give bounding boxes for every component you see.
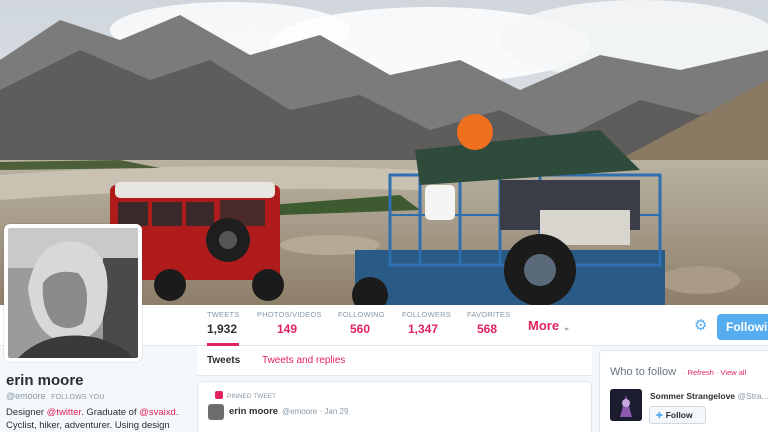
suggestion-follow-button[interactable]: ✚ Follow [649, 406, 706, 424]
suggestion-avatar[interactable] [610, 389, 642, 421]
bio-text-line2: Cyclist, hiker, adventurer. Using design [6, 420, 170, 431]
chevron-down-icon: ⌄ [562, 322, 571, 332]
tweet-author-handle[interactable]: @emoore [282, 407, 317, 416]
profile-handle-row: @emoore FOLLOWS YOU [6, 391, 105, 401]
who-to-follow-panel: Who to follow · Refresh · View all Somme… [599, 350, 768, 432]
tweet-meta: @emoore · Jan 29 [282, 407, 348, 416]
stat-value: 560 [350, 322, 371, 336]
stat-value: 568 [477, 322, 498, 336]
profile-name[interactable]: erin moore [6, 372, 84, 389]
stat-photos-videos[interactable]: PHOTOS/VIDEOS 149 [257, 310, 322, 336]
suggestion-name-row: Sommer Strangelove @Stra... [650, 391, 768, 401]
stat-value: 1,347 [408, 322, 439, 336]
pinned-text: PINNED TWEET [227, 393, 276, 400]
more-menu-button[interactable]: More ⌄ [528, 318, 570, 333]
bio-link-twitter[interactable]: @twitter [47, 407, 81, 418]
stat-followers[interactable]: FOLLOWERS 1,347 [402, 310, 451, 336]
bio-text: Designer [6, 407, 47, 418]
follow-label: Follow [665, 410, 693, 420]
tab-tweets[interactable]: Tweets [207, 355, 240, 366]
suggestion-name[interactable]: Sommer Strangelove [650, 391, 735, 401]
tweet-meta-separator: · [319, 407, 323, 416]
stat-label: FOLLOWING [338, 310, 385, 319]
tweet-avatar[interactable] [208, 404, 224, 420]
stat-value: 1,932 [207, 322, 238, 336]
gear-icon[interactable]: ⚙ [694, 318, 710, 334]
suggestion-handle[interactable]: @Stra... [737, 391, 768, 401]
pin-icon [215, 391, 223, 399]
profile-avatar[interactable] [4, 224, 142, 362]
who-to-follow-title: Who to follow [610, 366, 677, 378]
pinned-tweet[interactable]: PINNED TWEET erin moore @emoore · Jan 29 [197, 381, 592, 432]
who-to-follow-links: · Refresh · View all [683, 368, 746, 377]
stat-value: 149 [277, 322, 298, 336]
following-button[interactable]: Following [717, 314, 768, 340]
bio-text: . Graduate of [81, 407, 140, 418]
stat-tweets[interactable]: TWEETS 1,932 [207, 310, 240, 346]
stat-following[interactable]: FOLLOWING 560 [338, 310, 385, 336]
stat-favorites[interactable]: FAVORITES 568 [467, 310, 510, 336]
view-all-link[interactable]: View all [721, 368, 747, 377]
links-separator: · [713, 368, 721, 377]
tweet-date[interactable]: Jan 29 [324, 407, 348, 416]
follows-you-badge: FOLLOWS YOU [51, 394, 105, 401]
stat-label: PHOTOS/VIDEOS [257, 310, 322, 319]
refresh-link[interactable]: Refresh [688, 368, 714, 377]
tab-tweets-and-replies[interactable]: Tweets and replies [262, 355, 345, 366]
tweet-author-name[interactable]: erin moore [229, 406, 278, 417]
stat-label: FOLLOWERS [402, 310, 451, 319]
stat-label: TWEETS [207, 310, 240, 319]
stat-label: FAVORITES [467, 310, 511, 319]
bio-text: . [175, 407, 179, 418]
profile-handle[interactable]: @emoore [6, 391, 46, 401]
bio-link-svaixd[interactable]: @svaixd [139, 407, 176, 418]
profile-bio: Designer @twitter. Graduate of @svaixd. … [6, 406, 191, 432]
more-label: More [528, 318, 560, 333]
add-user-icon: ✚ [656, 411, 663, 420]
timeline-tabs: Tweets Tweets and replies [197, 346, 592, 376]
pinned-tweet-label: PINNED TWEET [215, 391, 276, 400]
